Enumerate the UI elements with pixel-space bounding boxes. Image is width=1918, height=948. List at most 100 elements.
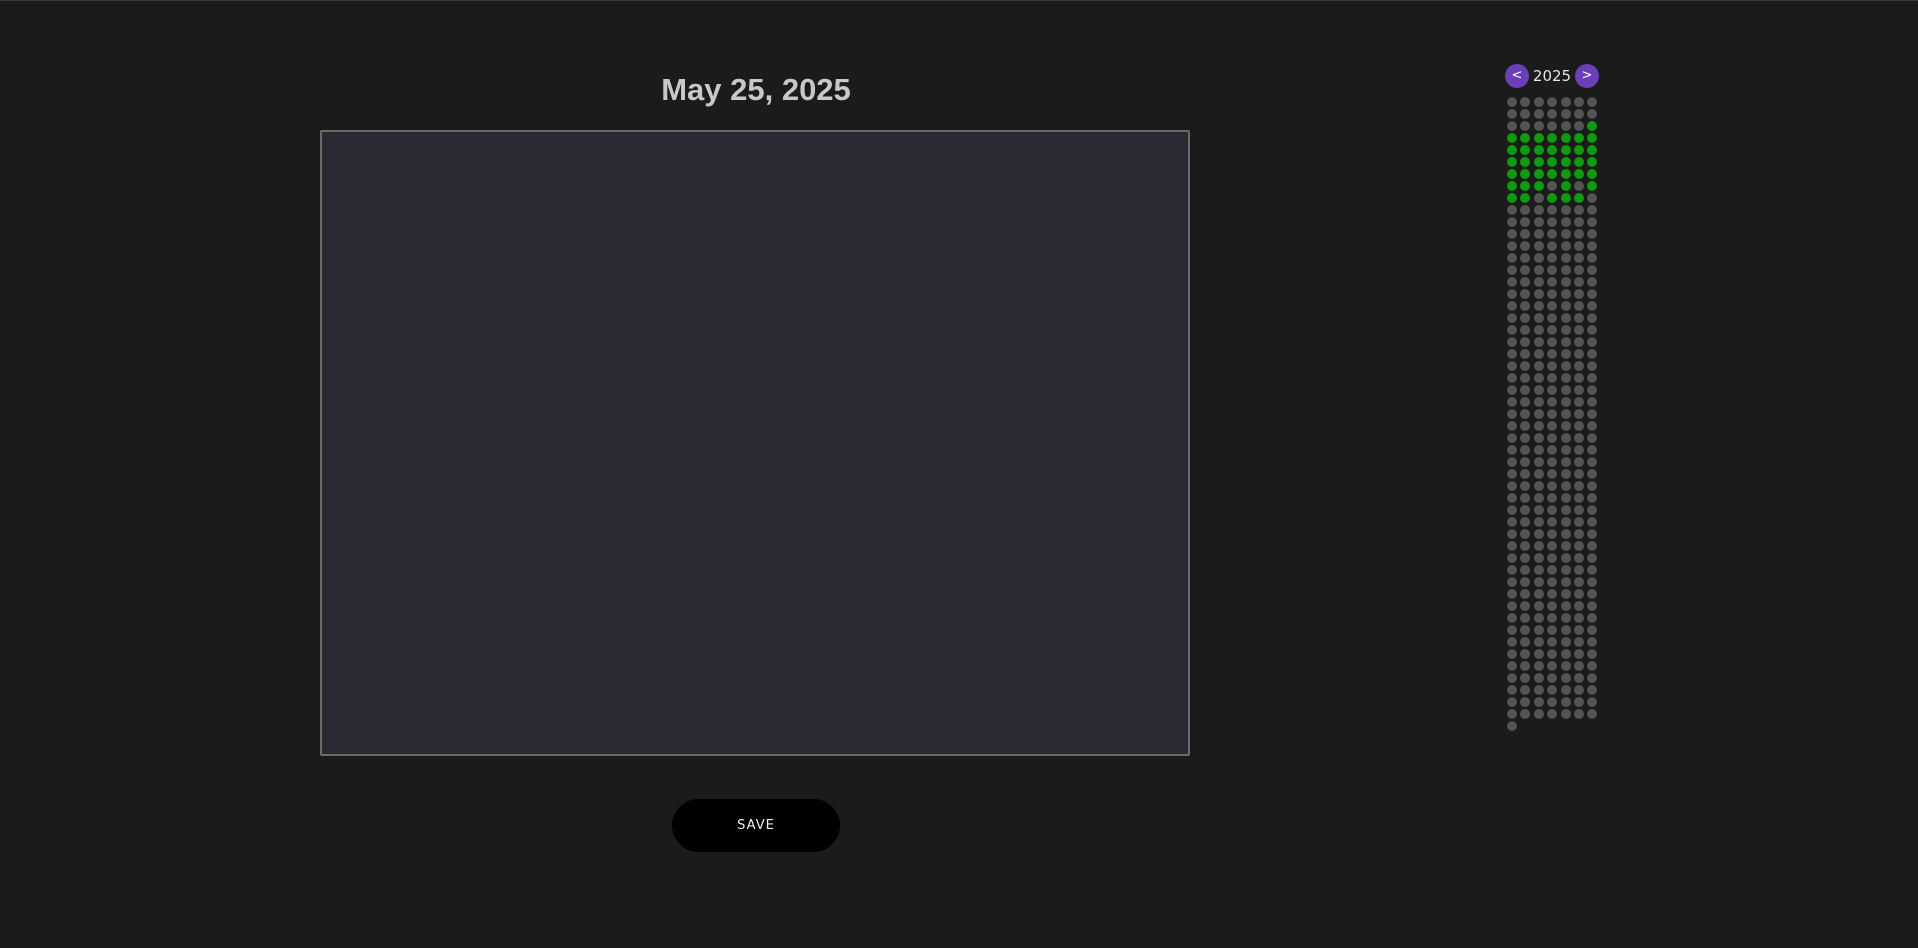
day-dot[interactable] xyxy=(1507,601,1517,611)
day-dot[interactable] xyxy=(1574,265,1584,275)
day-dot[interactable] xyxy=(1520,457,1531,467)
day-dot[interactable] xyxy=(1587,637,1598,647)
day-dot[interactable] xyxy=(1574,205,1584,215)
day-dot[interactable] xyxy=(1507,481,1517,491)
day-dot[interactable] xyxy=(1520,373,1531,383)
day-dot[interactable] xyxy=(1560,169,1571,179)
day-dot[interactable] xyxy=(1560,397,1571,407)
day-dot[interactable] xyxy=(1587,613,1598,623)
day-dot[interactable] xyxy=(1587,325,1598,335)
day-dot[interactable] xyxy=(1520,553,1531,563)
day-dot[interactable] xyxy=(1507,361,1517,371)
day-dot[interactable] xyxy=(1547,193,1558,203)
day-dot[interactable] xyxy=(1547,601,1558,611)
day-dot[interactable] xyxy=(1520,577,1531,587)
day-dot[interactable] xyxy=(1574,685,1584,695)
day-dot[interactable] xyxy=(1547,637,1558,647)
day-dot[interactable] xyxy=(1574,577,1584,587)
day-dot[interactable] xyxy=(1520,217,1531,227)
day-dot[interactable] xyxy=(1520,181,1531,191)
day-dot[interactable] xyxy=(1507,289,1517,299)
day-dot[interactable] xyxy=(1533,493,1544,503)
day-dot[interactable] xyxy=(1547,229,1558,239)
day-dot[interactable] xyxy=(1587,409,1598,419)
day-dot[interactable] xyxy=(1587,313,1598,323)
day-dot[interactable] xyxy=(1507,145,1517,155)
day-dot[interactable] xyxy=(1574,529,1584,539)
day-dot[interactable] xyxy=(1560,133,1571,143)
day-dot[interactable] xyxy=(1560,337,1571,347)
day-dot[interactable] xyxy=(1507,169,1517,179)
day-dot[interactable] xyxy=(1587,241,1598,251)
day-dot[interactable] xyxy=(1560,493,1571,503)
day-dot[interactable] xyxy=(1533,577,1544,587)
day-dot[interactable] xyxy=(1574,121,1584,131)
day-dot[interactable] xyxy=(1533,637,1544,647)
day-dot[interactable] xyxy=(1520,409,1531,419)
day-dot[interactable] xyxy=(1533,517,1544,527)
day-dot[interactable] xyxy=(1507,625,1517,635)
day-dot[interactable] xyxy=(1587,361,1598,371)
day-dot[interactable] xyxy=(1533,421,1544,431)
day-dot[interactable] xyxy=(1547,121,1558,131)
day-dot[interactable] xyxy=(1574,589,1584,599)
day-dot[interactable] xyxy=(1587,337,1598,347)
day-dot[interactable] xyxy=(1533,385,1544,395)
day-dot[interactable] xyxy=(1533,277,1544,287)
day-dot[interactable] xyxy=(1587,493,1598,503)
day-dot[interactable] xyxy=(1560,289,1571,299)
day-dot[interactable] xyxy=(1507,709,1517,719)
day-dot[interactable] xyxy=(1533,325,1544,335)
day-dot[interactable] xyxy=(1587,469,1598,479)
day-dot[interactable] xyxy=(1547,133,1558,143)
day-dot[interactable] xyxy=(1547,265,1558,275)
day-dot[interactable] xyxy=(1547,253,1558,263)
day-dot[interactable] xyxy=(1547,673,1558,683)
day-dot[interactable] xyxy=(1520,565,1531,575)
day-dot[interactable] xyxy=(1520,661,1531,671)
day-dot[interactable] xyxy=(1547,481,1558,491)
day-dot[interactable] xyxy=(1507,421,1517,431)
save-button[interactable]: SAVE xyxy=(672,799,840,852)
day-dot[interactable] xyxy=(1533,145,1544,155)
day-dot[interactable] xyxy=(1533,529,1544,539)
day-dot[interactable] xyxy=(1560,385,1571,395)
day-dot[interactable] xyxy=(1587,145,1598,155)
day-dot[interactable] xyxy=(1533,457,1544,467)
day-dot[interactable] xyxy=(1507,325,1517,335)
day-dot[interactable] xyxy=(1574,481,1584,491)
day-dot[interactable] xyxy=(1547,145,1558,155)
day-dot[interactable] xyxy=(1520,325,1531,335)
day-dot[interactable] xyxy=(1560,505,1571,515)
day-dot[interactable] xyxy=(1587,193,1598,203)
day-dot[interactable] xyxy=(1520,589,1531,599)
day-dot[interactable] xyxy=(1587,217,1598,227)
day-dot[interactable] xyxy=(1587,685,1598,695)
day-dot[interactable] xyxy=(1520,469,1531,479)
day-dot[interactable] xyxy=(1520,241,1531,251)
day-dot[interactable] xyxy=(1520,301,1531,311)
day-dot[interactable] xyxy=(1574,625,1584,635)
day-dot[interactable] xyxy=(1507,493,1517,503)
day-dot[interactable] xyxy=(1560,589,1571,599)
day-dot[interactable] xyxy=(1507,613,1517,623)
day-dot[interactable] xyxy=(1587,577,1598,587)
day-dot[interactable] xyxy=(1547,277,1558,287)
day-dot[interactable] xyxy=(1533,565,1544,575)
day-dot[interactable] xyxy=(1520,625,1531,635)
day-dot[interactable] xyxy=(1574,421,1584,431)
day-dot[interactable] xyxy=(1533,157,1544,167)
day-dot[interactable] xyxy=(1587,397,1598,407)
day-dot[interactable] xyxy=(1520,529,1531,539)
day-dot[interactable] xyxy=(1587,625,1598,635)
day-dot[interactable] xyxy=(1587,229,1598,239)
day-dot[interactable] xyxy=(1507,109,1517,119)
day-dot[interactable] xyxy=(1520,421,1531,431)
day-dot[interactable] xyxy=(1533,289,1544,299)
day-dot[interactable] xyxy=(1560,181,1571,191)
day-dot[interactable] xyxy=(1533,313,1544,323)
day-dot[interactable] xyxy=(1587,445,1598,455)
day-dot[interactable] xyxy=(1587,709,1598,719)
day-dot[interactable] xyxy=(1533,217,1544,227)
day-dot[interactable] xyxy=(1533,409,1544,419)
